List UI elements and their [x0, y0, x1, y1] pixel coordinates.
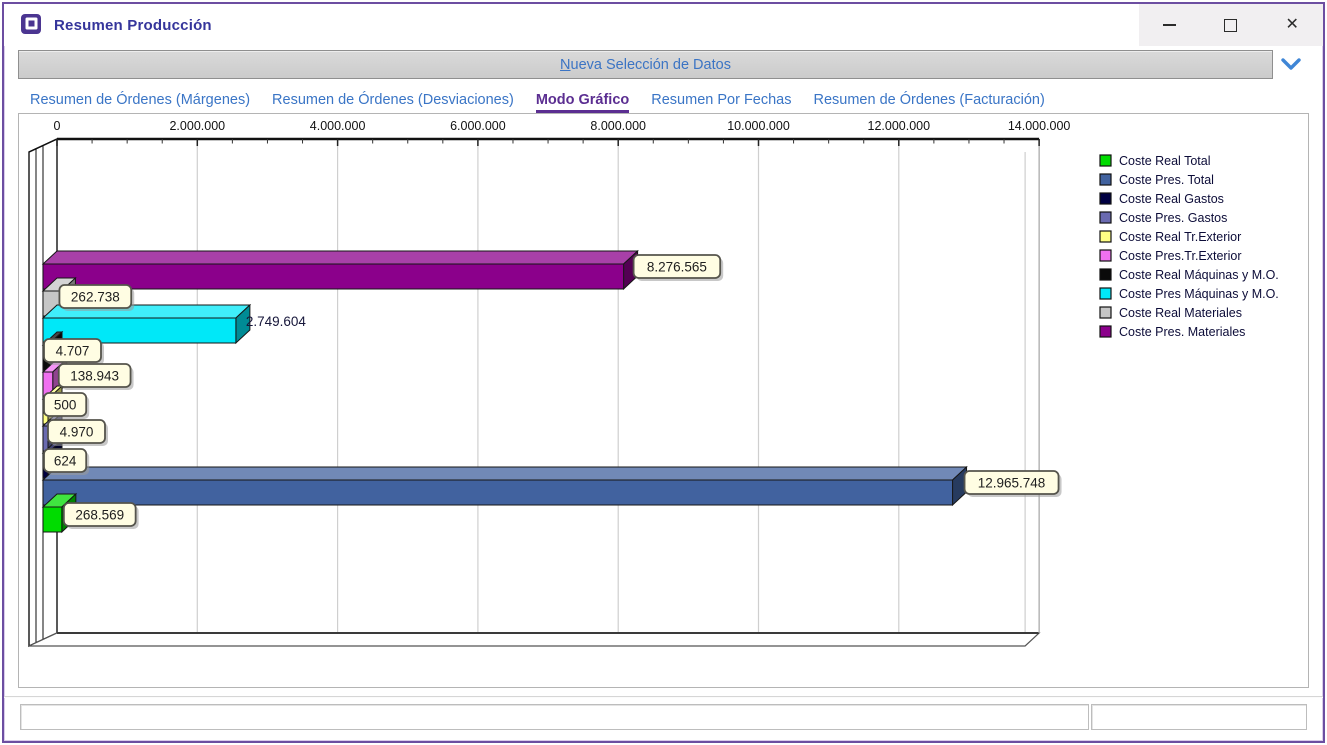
value-label-coste-real-total: 268.569 [64, 503, 139, 529]
legend-item-coste-pres-maquinas-y-m-o: Coste Pres Máquinas y M.O. [1100, 287, 1279, 301]
maximize-icon [1224, 19, 1237, 32]
value-label-coste-pres-total: 12.965.748 [965, 471, 1062, 497]
value-label-coste-pres-maquinas-y-m-o: 2.749.604 [246, 314, 307, 329]
new-data-selection-button[interactable]: Nueva Selección de Datos [18, 50, 1273, 79]
axis-tick-label: 8.000.000 [590, 119, 646, 133]
legend-item-coste-real-total: Coste Real Total [1100, 154, 1211, 168]
svg-text:624: 624 [54, 454, 77, 469]
chart-gridlines [197, 141, 1039, 646]
chart-3d-frame [29, 139, 1039, 646]
app-icon [20, 13, 44, 37]
legend-item-coste-pres-materiales: Coste Pres. Materiales [1100, 325, 1245, 339]
legend-swatch [1100, 155, 1111, 166]
status-bar [20, 704, 1307, 730]
tab-resumen-facturacion[interactable]: Resumen de Órdenes (Facturación) [814, 92, 1045, 113]
tab-resumen-margenes[interactable]: Resumen de Órdenes (Márgenes) [30, 92, 250, 113]
svg-text:500: 500 [54, 398, 77, 413]
chart-bars [43, 251, 967, 532]
legend-label: Coste Real Total [1119, 154, 1211, 168]
maximize-button[interactable] [1200, 4, 1261, 46]
svg-text:8.276.565: 8.276.565 [647, 260, 707, 275]
chevron-down-icon [1281, 58, 1301, 71]
legend-swatch [1100, 193, 1111, 204]
axis-tick-label: 6.000.000 [450, 119, 506, 133]
legend-label: Coste Pres.Tr.Exterior [1119, 249, 1242, 263]
minimize-button[interactable] [1139, 4, 1200, 46]
value-label-coste-pres-tr-exterior: 138.943 [59, 364, 134, 390]
bar-coste-pres-total [43, 467, 967, 505]
legend-swatch [1100, 326, 1111, 337]
bar-coste-pres-materiales [43, 251, 638, 289]
legend-item-coste-real-materiales: Coste Real Materiales [1100, 306, 1242, 320]
close-button[interactable]: ✕ [1261, 4, 1323, 46]
axis-tick-label: 14.000.000 [1008, 119, 1071, 133]
legend-swatch [1100, 174, 1111, 185]
legend-item-coste-real-maquinas-y-m-o: Coste Real Máquinas y M.O. [1100, 268, 1279, 282]
svg-text:12.965.748: 12.965.748 [978, 476, 1046, 491]
legend-label: Coste Real Máquinas y M.O. [1119, 268, 1279, 282]
status-panel-right [1091, 704, 1307, 730]
axis-tick-label: 0 [54, 119, 61, 133]
svg-text:138.943: 138.943 [70, 369, 119, 384]
app-window: Resumen Producción ✕ Nueva Selección de … [2, 2, 1325, 743]
selection-header-row: Nueva Selección de Datos [18, 50, 1309, 79]
legend-swatch [1100, 269, 1111, 280]
title-bar: Resumen Producción ✕ [4, 4, 1323, 46]
legend-swatch [1100, 288, 1111, 299]
chart-panel: 0 2.000.000 4.000.000 6.000.000 8.000.000 10.… [18, 113, 1309, 688]
tab-modo-grafico[interactable]: Modo Gráfico [536, 92, 629, 113]
value-label-coste-real-tr-exterior: 500 [44, 393, 89, 419]
tab-resumen-desviaciones[interactable]: Resumen de Órdenes (Desviaciones) [272, 92, 514, 113]
axis-tick-label: 4.000.000 [310, 119, 366, 133]
value-label-coste-real-gastos: 624 [44, 449, 89, 475]
svg-text:262.738: 262.738 [71, 290, 120, 305]
window-controls: ✕ [1139, 4, 1323, 46]
status-panel-left [20, 704, 1089, 730]
legend-item-coste-pres-total: Coste Pres. Total [1100, 173, 1214, 187]
value-label-coste-pres-gastos: 4.970 [48, 420, 108, 446]
legend-label: Coste Pres. Total [1119, 173, 1214, 187]
chart-legend: Coste Real Total Coste Pres. Total Coste R… [1100, 154, 1279, 339]
legend-label: Coste Pres. Gastos [1119, 211, 1227, 225]
minimize-icon [1163, 24, 1176, 26]
legend-label: Coste Real Tr.Exterior [1119, 230, 1241, 244]
legend-item-coste-pres-gastos: Coste Pres. Gastos [1100, 211, 1227, 225]
legend-swatch [1100, 307, 1111, 318]
svg-text:268.569: 268.569 [75, 508, 124, 523]
collapse-toggle-button[interactable] [1273, 50, 1309, 79]
axis-tick-label: 10.000.000 [727, 119, 790, 133]
legend-item-coste-real-tr-exterior: Coste Real Tr.Exterior [1100, 230, 1241, 244]
chart-floor [29, 633, 1039, 646]
axis-tick-label: 2.000.000 [169, 119, 225, 133]
window-title: Resumen Producción [54, 17, 212, 34]
production-costs-chart: 0 2.000.000 4.000.000 6.000.000 8.000.000 10.… [19, 114, 1308, 685]
legend-label: Coste Real Gastos [1119, 192, 1224, 206]
value-label-coste-pres-materiales: 8.276.565 [634, 255, 724, 281]
legend-label: Coste Pres. Materiales [1119, 325, 1245, 339]
svg-text:4.970: 4.970 [60, 425, 94, 440]
chart-axis: 0 2.000.000 4.000.000 6.000.000 8.000.000 10.… [29, 119, 1070, 152]
axis-tick-label: 12.000.000 [868, 119, 931, 133]
legend-swatch [1100, 231, 1111, 242]
legend-item-coste-real-gastos: Coste Real Gastos [1100, 192, 1224, 206]
new-data-selection-label: Nueva Selección de Datos [560, 57, 731, 73]
tab-strip: Resumen de Órdenes (Márgenes) Resumen de… [18, 85, 1309, 113]
legend-swatch [1100, 250, 1111, 261]
footer-divider [4, 696, 1323, 698]
value-label-coste-real-maquinas-y-m-o: 4.707 [44, 339, 104, 365]
close-icon: ✕ [1286, 17, 1299, 33]
legend-label: Coste Pres Máquinas y M.O. [1119, 287, 1279, 301]
legend-swatch [1100, 212, 1111, 223]
legend-label: Coste Real Materiales [1119, 306, 1242, 320]
tab-resumen-por-fechas[interactable]: Resumen Por Fechas [651, 92, 791, 113]
legend-item-coste-pres-tr-exterior: Coste Pres.Tr.Exterior [1100, 249, 1242, 263]
svg-text:4.707: 4.707 [56, 344, 90, 359]
value-label-coste-real-materiales: 262.738 [59, 285, 134, 311]
